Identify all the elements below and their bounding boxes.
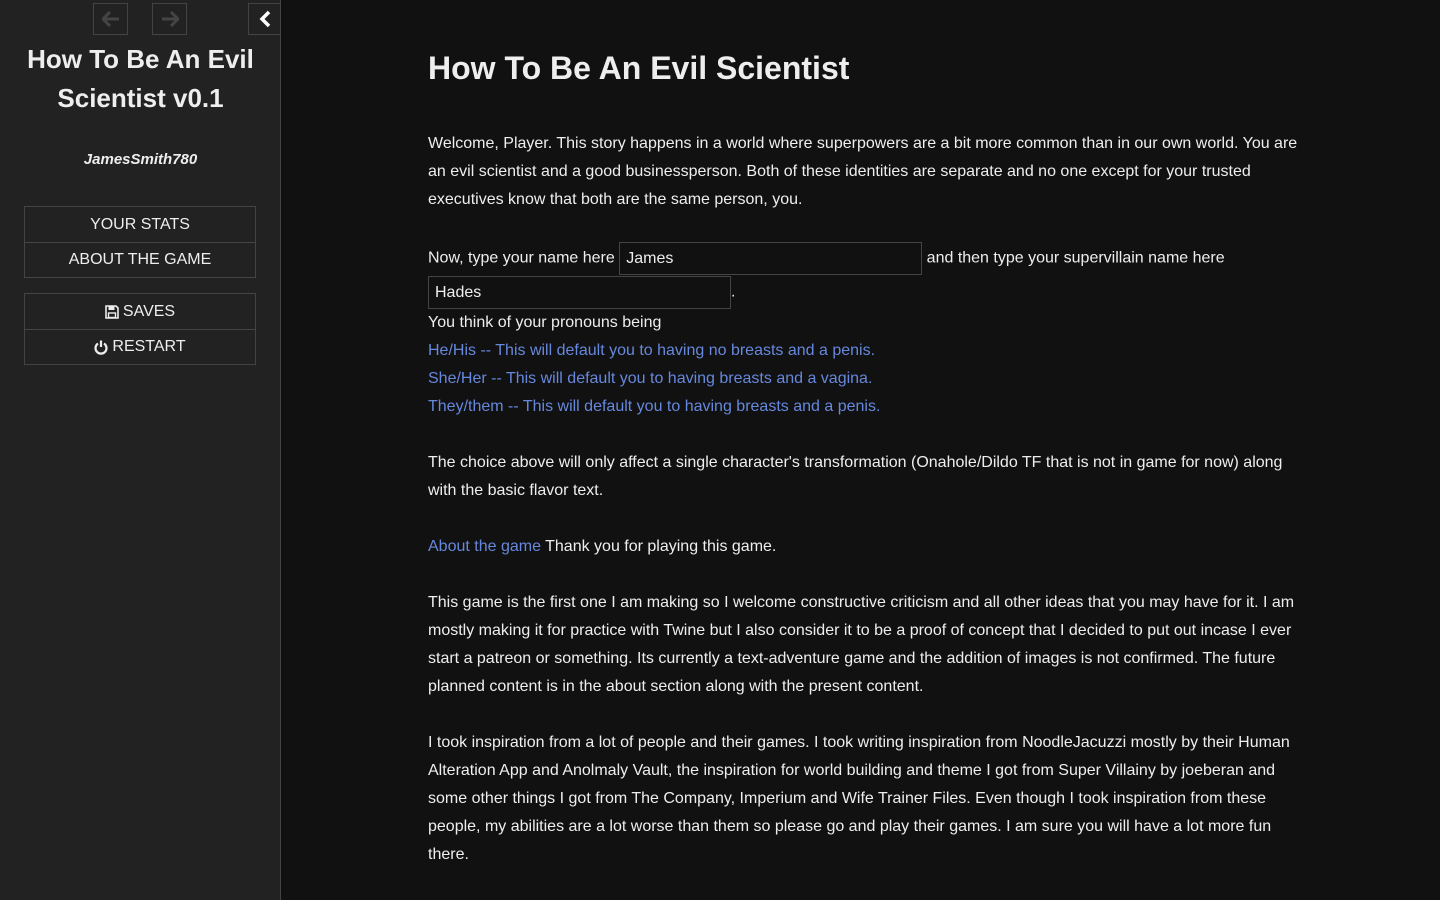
first-game-paragraph: This game is the first one I am making s… xyxy=(428,594,1295,695)
pronoun-option-they[interactable]: They/them -- This will default you to ha… xyxy=(428,398,880,415)
saves-label: SAVES xyxy=(122,302,176,320)
core-menu: SAVES RESTART xyxy=(24,293,256,365)
inspiration-paragraph: I took inspiration from a lot of people … xyxy=(428,734,1290,863)
sidebar-toggle-button[interactable] xyxy=(248,3,281,35)
villain-prompt: and then type your supervillain name her… xyxy=(926,249,1225,267)
arrow-left-icon xyxy=(101,11,119,27)
thanks-text: Thank you for playing this game. xyxy=(540,538,777,555)
chevron-left-icon xyxy=(259,10,271,28)
pronoun-prompt: You think of your pronouns being xyxy=(428,314,662,331)
menu-your-stats[interactable]: YOUR STATS xyxy=(25,207,255,242)
menu-item-label: YOUR STATS xyxy=(90,215,190,233)
about-paragraph: About the game Thank you for playing thi… xyxy=(428,533,1298,561)
about-the-game-link[interactable]: About the game xyxy=(428,538,541,555)
name-entry: Now, type your name here and then type y… xyxy=(428,242,1298,309)
history-forward-button[interactable] xyxy=(152,3,187,35)
story-title: How To Be An Evil Scientist v0.1 xyxy=(27,44,254,113)
floppy-disk-icon xyxy=(105,304,119,319)
pronoun-option-he[interactable]: He/His -- This will default you to havin… xyxy=(428,342,875,359)
story-menu: YOUR STATS ABOUT THE GAME xyxy=(24,206,256,278)
restart-button[interactable]: RESTART xyxy=(25,329,255,364)
menu-item-label: ABOUT THE GAME xyxy=(68,251,212,268)
passage: How To Be An Evil Scientist Welcome, Pla… xyxy=(428,40,1298,897)
story-author: JamesSmith780 xyxy=(83,151,198,168)
supervillain-name-input[interactable] xyxy=(428,276,731,309)
history-back-button[interactable] xyxy=(93,3,128,35)
name-prompt: Now, type your name here xyxy=(428,249,615,267)
arrow-right-icon xyxy=(161,11,179,27)
passage-title: How To Be An Evil Scientist xyxy=(428,50,850,86)
period: . xyxy=(731,283,736,301)
pronoun-option-she[interactable]: She/Her -- This will default you to havi… xyxy=(428,370,872,387)
player-name-input[interactable] xyxy=(619,242,923,275)
choice-note: The choice above will only affect a sing… xyxy=(428,454,1283,499)
power-icon xyxy=(94,340,108,355)
saves-button[interactable]: SAVES xyxy=(25,294,255,329)
menu-about-the-game[interactable]: ABOUT THE GAME xyxy=(25,242,255,277)
intro-paragraph: Welcome, Player. This story happens in a… xyxy=(428,135,1298,208)
sidebar: How To Be An Evil Scientist v0.1 JamesSm… xyxy=(0,0,281,900)
restart-label: RESTART xyxy=(112,338,186,355)
